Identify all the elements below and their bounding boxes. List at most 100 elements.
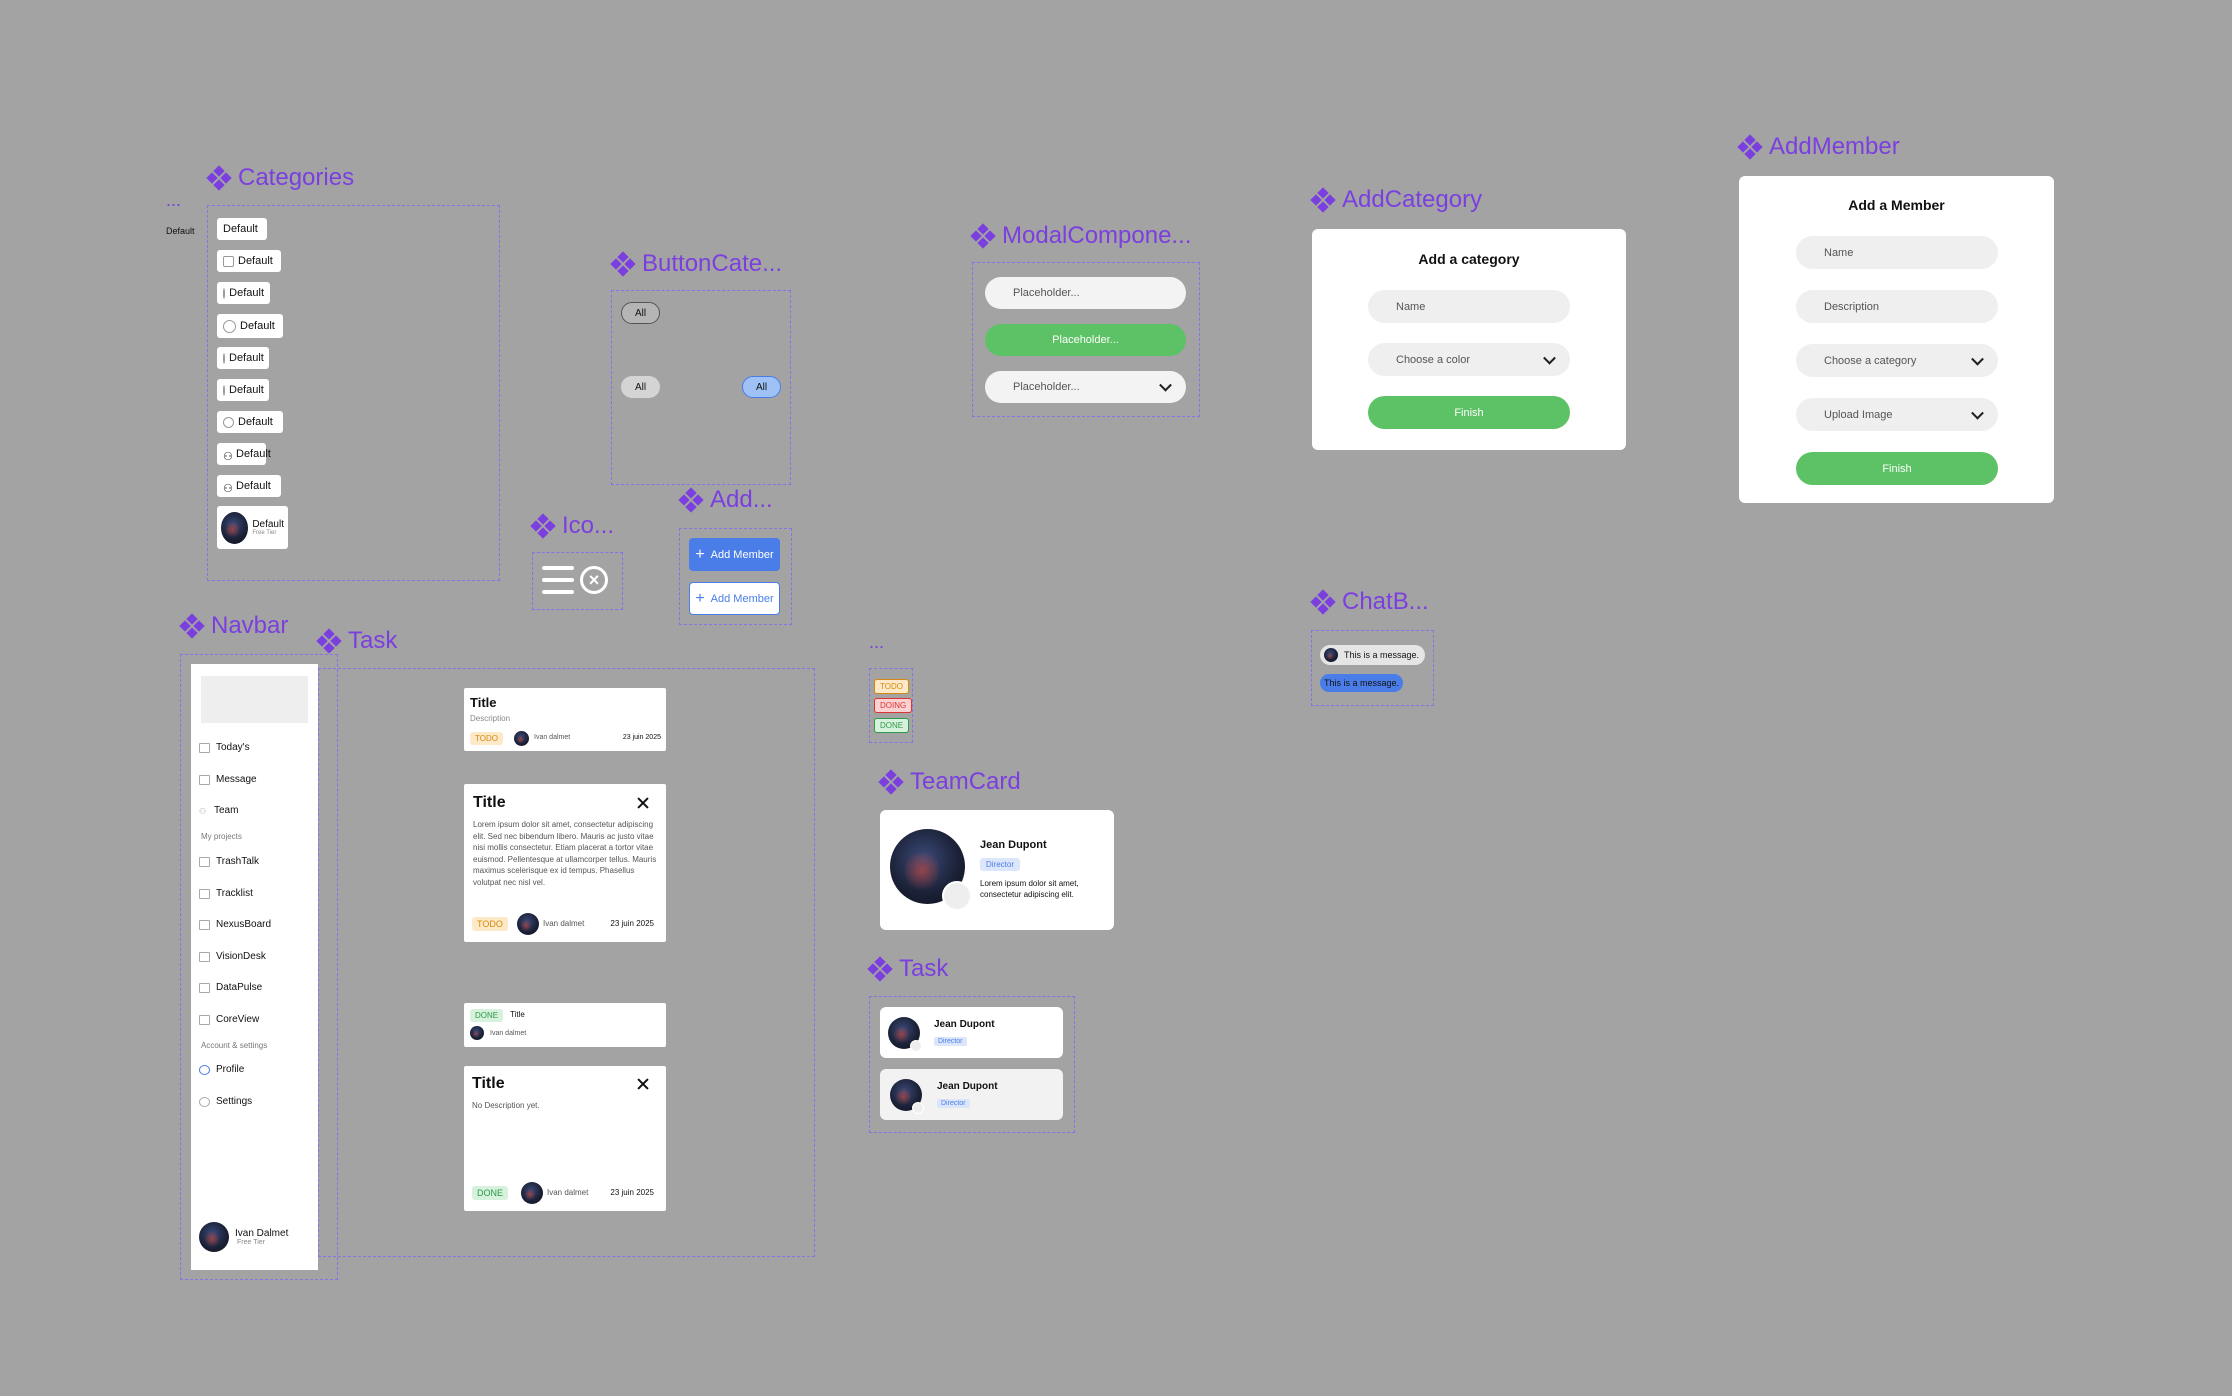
task-card-expanded[interactable]: Title Lorem ipsum dolor sit amet, consec… bbox=[464, 784, 666, 942]
chip-label: Default bbox=[229, 352, 264, 364]
member-row[interactable]: Jean Dupont Director bbox=[880, 1007, 1063, 1058]
add-category-modal: Add a category Name Choose a color Finis… bbox=[1312, 229, 1626, 450]
logo-placeholder bbox=[201, 676, 308, 723]
role-badge: Director bbox=[934, 1037, 967, 1046]
nav-item-settings[interactable]: Settings bbox=[199, 1096, 252, 1107]
avatar bbox=[221, 511, 249, 544]
task-title: Title bbox=[472, 1075, 505, 1092]
chevron-down-icon bbox=[1971, 352, 1984, 366]
component-icon bbox=[316, 628, 342, 654]
finish-button[interactable]: Finish bbox=[1796, 452, 1998, 485]
task-user: Ivan dalmet bbox=[490, 1030, 527, 1037]
modal-title: Add a category bbox=[1418, 251, 1520, 267]
add-member-button-outline[interactable]: + Add Member bbox=[689, 582, 780, 615]
member-name: Jean Dupont bbox=[937, 1081, 998, 1092]
category-chip[interactable]: ⚇ Default bbox=[217, 443, 271, 465]
category-all-button-active[interactable]: All bbox=[742, 376, 781, 398]
nav-label: Today's bbox=[216, 742, 250, 753]
role-badge: Director bbox=[980, 858, 1021, 871]
nav-item-project[interactable]: Tracklist bbox=[199, 888, 253, 899]
category-chip[interactable]: Default bbox=[217, 411, 283, 433]
color-select[interactable]: Choose a color bbox=[1368, 343, 1570, 376]
task-title: Title bbox=[510, 1010, 525, 1019]
addcategory-frame-title: AddCategory bbox=[1310, 186, 1482, 214]
frame-label: ModalCompone... bbox=[1002, 222, 1192, 249]
category-chip[interactable]: Default bbox=[217, 314, 283, 338]
team-card[interactable]: Jean Dupont Director Lorem ipsum dolor s… bbox=[880, 810, 1114, 930]
close-circle-icon[interactable]: × bbox=[580, 566, 608, 594]
frame-label: Navbar bbox=[211, 612, 289, 639]
name-input[interactable]: Name bbox=[1368, 290, 1570, 323]
nav-item-project[interactable]: VisionDesk bbox=[199, 951, 266, 962]
category-chip[interactable]: ⚇ Default bbox=[217, 475, 281, 497]
member-row-selected[interactable]: Jean Dupont Director bbox=[880, 1069, 1063, 1120]
nav-item-team[interactable]: ⚇ Team bbox=[199, 805, 238, 816]
chevron-down-icon bbox=[1971, 406, 1984, 420]
close-icon[interactable] bbox=[636, 1077, 650, 1091]
frame-label: ChatB... bbox=[1342, 588, 1429, 615]
nav-item-project[interactable]: TrashTalk bbox=[199, 856, 259, 867]
select-value: Placeholder... bbox=[1013, 381, 1080, 393]
nav-item-project[interactable]: CoreView bbox=[199, 1014, 259, 1025]
description-input[interactable]: Description bbox=[1796, 290, 1998, 323]
status-badge-doing: DOING bbox=[874, 698, 913, 713]
task-date: 23 juin 2025 bbox=[622, 734, 661, 741]
task-date: 23 juin 2025 bbox=[610, 919, 654, 928]
chip-label: Default bbox=[223, 223, 258, 235]
chevron-down-icon bbox=[1543, 351, 1556, 365]
menu-icon[interactable] bbox=[542, 566, 574, 596]
task-frame-title: Task bbox=[316, 627, 397, 655]
user-tier: Free Tier bbox=[237, 1239, 266, 1246]
folder-icon bbox=[199, 951, 210, 962]
avatar bbox=[517, 913, 539, 935]
status-badge: TODO bbox=[470, 732, 503, 745]
task-card-compact[interactable]: DONE Title Ivan dalmet bbox=[464, 1003, 666, 1047]
default-variant-label: Default bbox=[166, 226, 195, 236]
category-all-button[interactable]: All bbox=[621, 376, 660, 398]
component-icon bbox=[1737, 134, 1763, 160]
category-chip[interactable]: Default bbox=[217, 379, 269, 401]
name-input[interactable]: Name bbox=[1796, 236, 1998, 269]
category-profile-chip[interactable]: Default Free Tier bbox=[217, 506, 288, 549]
avatar bbox=[199, 1222, 229, 1252]
status-badge-todo: TODO bbox=[874, 679, 909, 694]
chat-bubble-sent: This is a message. bbox=[1320, 674, 1403, 692]
plus-icon: + bbox=[695, 545, 705, 563]
nav-item-message[interactable]: Message bbox=[199, 774, 257, 785]
category-chip[interactable]: Default bbox=[217, 218, 267, 240]
status-dot bbox=[942, 881, 972, 911]
nav-item-project[interactable]: DataPulse bbox=[199, 982, 262, 993]
task-user: Ivan dalmet bbox=[534, 734, 571, 741]
category-chip[interactable]: Default bbox=[217, 347, 269, 369]
close-icon[interactable] bbox=[636, 796, 650, 810]
frame-label: Ico... bbox=[562, 512, 615, 539]
placeholder-input[interactable]: Placeholder... bbox=[985, 277, 1186, 309]
finish-button[interactable]: Finish bbox=[1368, 396, 1570, 429]
placeholder-green-button[interactable]: Placeholder... bbox=[985, 324, 1186, 356]
component-icon bbox=[878, 769, 904, 795]
profile-tier: Free Tier bbox=[252, 530, 277, 536]
task-description: No Description yet. bbox=[472, 1101, 540, 1110]
folder-icon bbox=[199, 919, 210, 930]
chip-label: Default bbox=[238, 416, 273, 428]
component-icon bbox=[530, 513, 556, 539]
category-all-button[interactable]: All bbox=[621, 302, 660, 324]
frame-label: TeamCard bbox=[910, 768, 1021, 795]
task-description: Lorem ipsum dolor sit amet, consectetur … bbox=[473, 820, 657, 887]
task-card-expanded[interactable]: Title No Description yet. DONE Ivan dalm… bbox=[464, 1066, 666, 1211]
add-member-button[interactable]: + Add Member bbox=[689, 538, 780, 571]
buttoncate-frame-title: ButtonCate... bbox=[610, 250, 782, 278]
upload-image-select[interactable]: Upload Image bbox=[1796, 398, 1998, 431]
message-text: This is a message. bbox=[1344, 650, 1420, 660]
nav-item-todays[interactable]: Today's bbox=[199, 742, 250, 753]
category-chip[interactable]: Default bbox=[217, 282, 270, 304]
nav-item-profile[interactable]: Profile bbox=[199, 1064, 244, 1075]
category-chip[interactable]: Default bbox=[217, 250, 281, 272]
placeholder-select[interactable]: Placeholder... bbox=[985, 371, 1186, 403]
component-icon bbox=[206, 165, 232, 191]
task-card[interactable]: Title Description TODO Ivan dalmet 23 ju… bbox=[464, 688, 666, 751]
nav-label: CoreView bbox=[216, 1014, 260, 1025]
category-select[interactable]: Choose a category bbox=[1796, 344, 1998, 377]
nav-item-project[interactable]: NexusBoard bbox=[199, 919, 271, 930]
navbar-user[interactable]: Ivan Dalmet Free Tier bbox=[199, 1222, 288, 1252]
